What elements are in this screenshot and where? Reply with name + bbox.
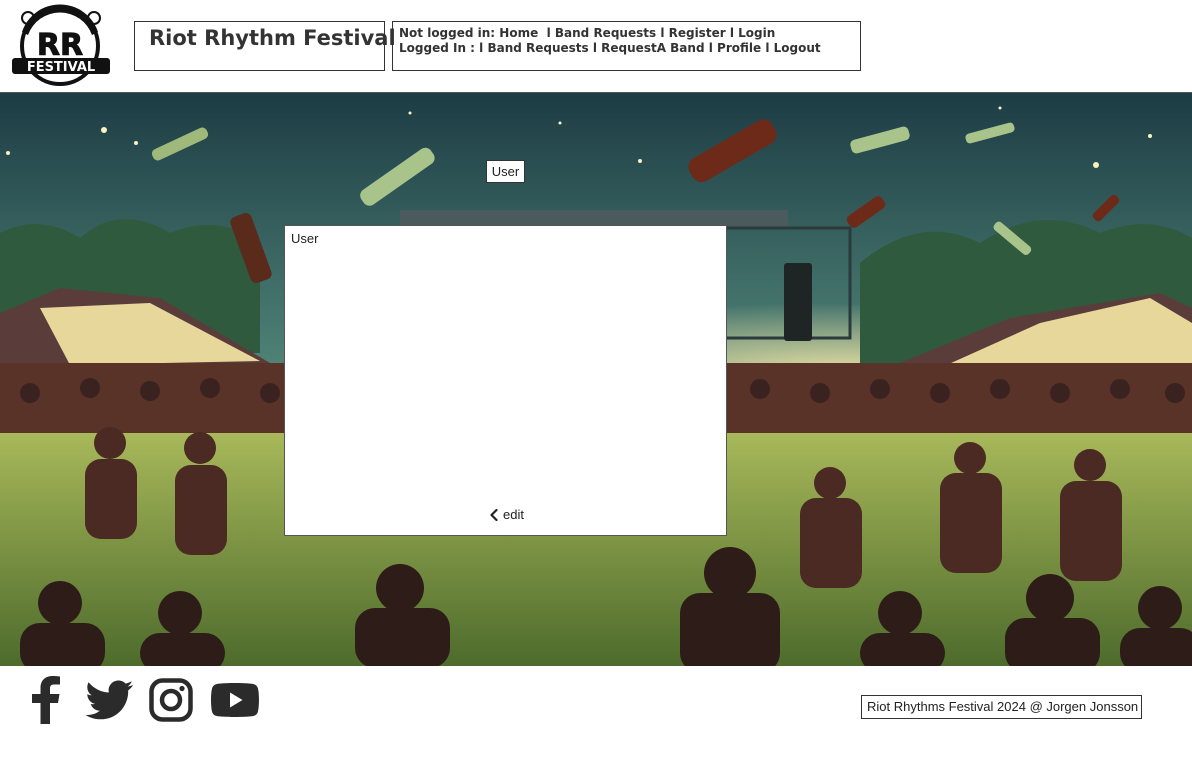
chevron-left-icon [490,508,498,521]
nav-link-request-a-band[interactable]: l RequestA Band [593,41,705,55]
festival-logo[interactable]: RR FESTIVAL [8,4,114,86]
nav-link-home[interactable]: Home [499,26,538,40]
nav-link-band-requests-auth[interactable]: l Band Requests [479,41,589,55]
hero-banner: User User edit [0,93,1192,666]
logo-subtext: FESTIVAL [27,60,95,75]
nav-link-profile[interactable]: l Profile [709,41,761,55]
user-panel: User edit [284,225,727,536]
nav-link-login[interactable]: l Login [730,26,775,40]
nav-logged-in: Logged In : l Band Requests l RequestA B… [399,41,854,56]
nav-logged-out-prefix: Not logged in: [399,26,496,40]
nav-logged-out: Not logged in: Home l Band Requests l Re… [399,26,854,41]
instagram-link[interactable] [148,676,194,724]
facebook-icon [32,676,60,724]
logo-text: RR [37,28,83,63]
youtube-link[interactable] [210,676,260,724]
copyright-notice: Riot Rhythms Festival 2024 @ Jorgen Jons… [861,695,1142,719]
nav-link-logout[interactable]: l Logout [765,41,820,55]
site-header: RR FESTIVAL Riot Rhythm Festival Not log… [0,0,1192,93]
site-footer: Riot Rhythms Festival 2024 @ Jorgen Jons… [0,666,1192,757]
site-title-box: Riot Rhythm Festival [134,21,396,71]
user-panel-title: User [291,231,319,246]
user-tag: User [486,160,525,183]
nav-logged-in-prefix: Logged In : [399,41,475,55]
youtube-icon [211,683,259,717]
nav-link-register[interactable]: l Register [660,26,725,40]
navigation-box: Not logged in: Home l Band Requests l Re… [392,21,861,71]
edit-link[interactable]: edit [490,507,524,522]
twitter-icon [86,680,133,720]
instagram-icon [149,678,193,722]
facebook-link[interactable] [28,676,64,724]
twitter-link[interactable] [85,676,135,724]
edit-label: edit [503,507,524,522]
site-title[interactable]: Riot Rhythm Festival [149,26,396,50]
nav-link-band-requests[interactable]: l Band Requests [547,26,657,40]
